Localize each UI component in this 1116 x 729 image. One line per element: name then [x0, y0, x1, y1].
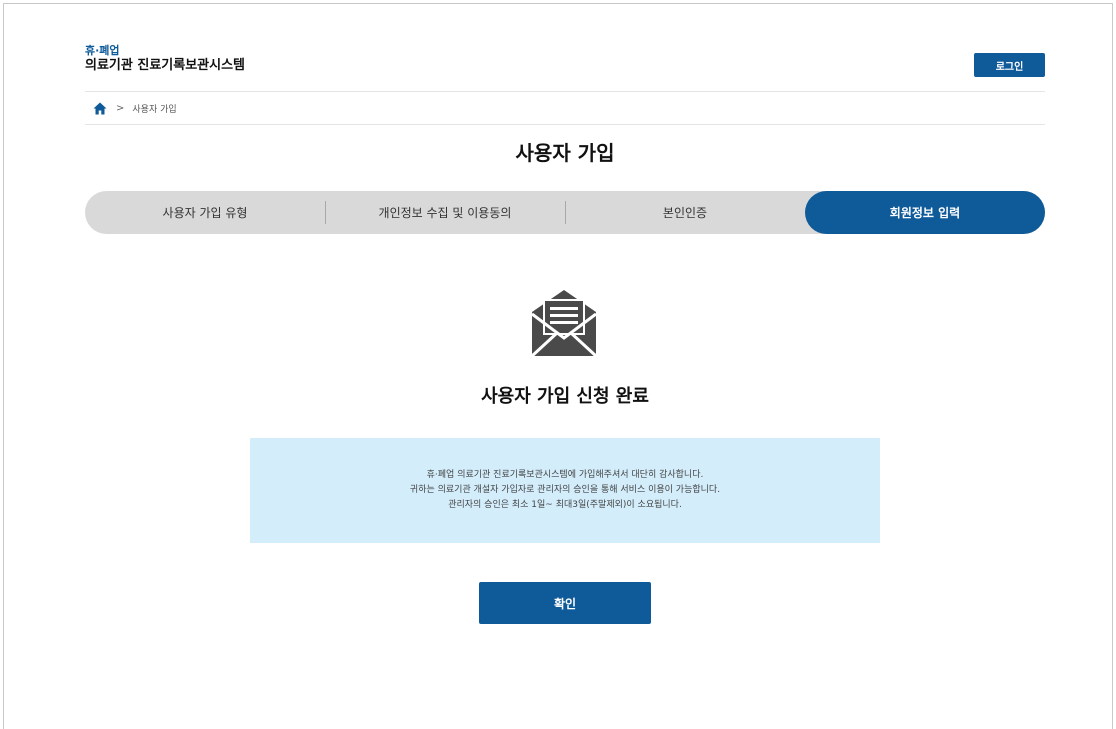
brand-subtitle: 휴·폐업 [85, 44, 120, 57]
step-privacy-consent: 개인정보 수집 및 이용동의 [325, 191, 565, 234]
breadcrumb-divider [85, 124, 1045, 125]
breadcrumb-current: 사용자 가입 [132, 104, 177, 115]
envelope-letter-icon [530, 290, 598, 358]
confirm-button[interactable]: 확인 [479, 582, 651, 624]
notice-line: 관리자의 승인은 최소 1일~ 최대3일(주말제외)이 소요됩니다. [448, 500, 682, 510]
breadcrumb: > 사용자 가입 [93, 100, 177, 116]
step-identity-verification: 본인인증 [565, 191, 805, 234]
site-logo[interactable]: 휴·폐업 의료기관 진료기록보관시스템 [85, 44, 245, 74]
home-icon[interactable] [93, 102, 107, 115]
brand-title: 의료기관 진료기록보관시스템 [85, 58, 246, 73]
page-title: 사용자 가입 [515, 141, 615, 165]
step-signup-type: 사용자 가입 유형 [162, 206, 248, 220]
notice-line: 휴·폐업 의료기관 진료기록보관시스템에 가입해주셔서 대단히 감사합니다. [426, 470, 704, 480]
page-frame: 휴·폐업 의료기관 진료기록보관시스템 로그인 > 사용자 가입 사용자 가입 … [3, 3, 1113, 729]
signup-stepper: 사용자 가입 유형 개인정보 수집 및 이용동의 본인인증 회원정보 입력 [85, 191, 1045, 234]
notice-line: 귀하는 의료기관 개설자 가입자로 관리자의 승인을 통해 서비스 이용이 가능… [409, 485, 721, 495]
completion-notice: 휴·폐업 의료기관 진료기록보관시스템에 가입해주셔서 대단히 감사합니다. 귀… [250, 438, 880, 543]
login-button[interactable]: 로그인 [974, 53, 1045, 77]
completion-title: 사용자 가입 신청 완료 [481, 386, 649, 407]
step-member-info: 회원정보 입력 [805, 191, 1045, 234]
header-divider [85, 91, 1045, 92]
breadcrumb-separator: > [116, 102, 125, 114]
